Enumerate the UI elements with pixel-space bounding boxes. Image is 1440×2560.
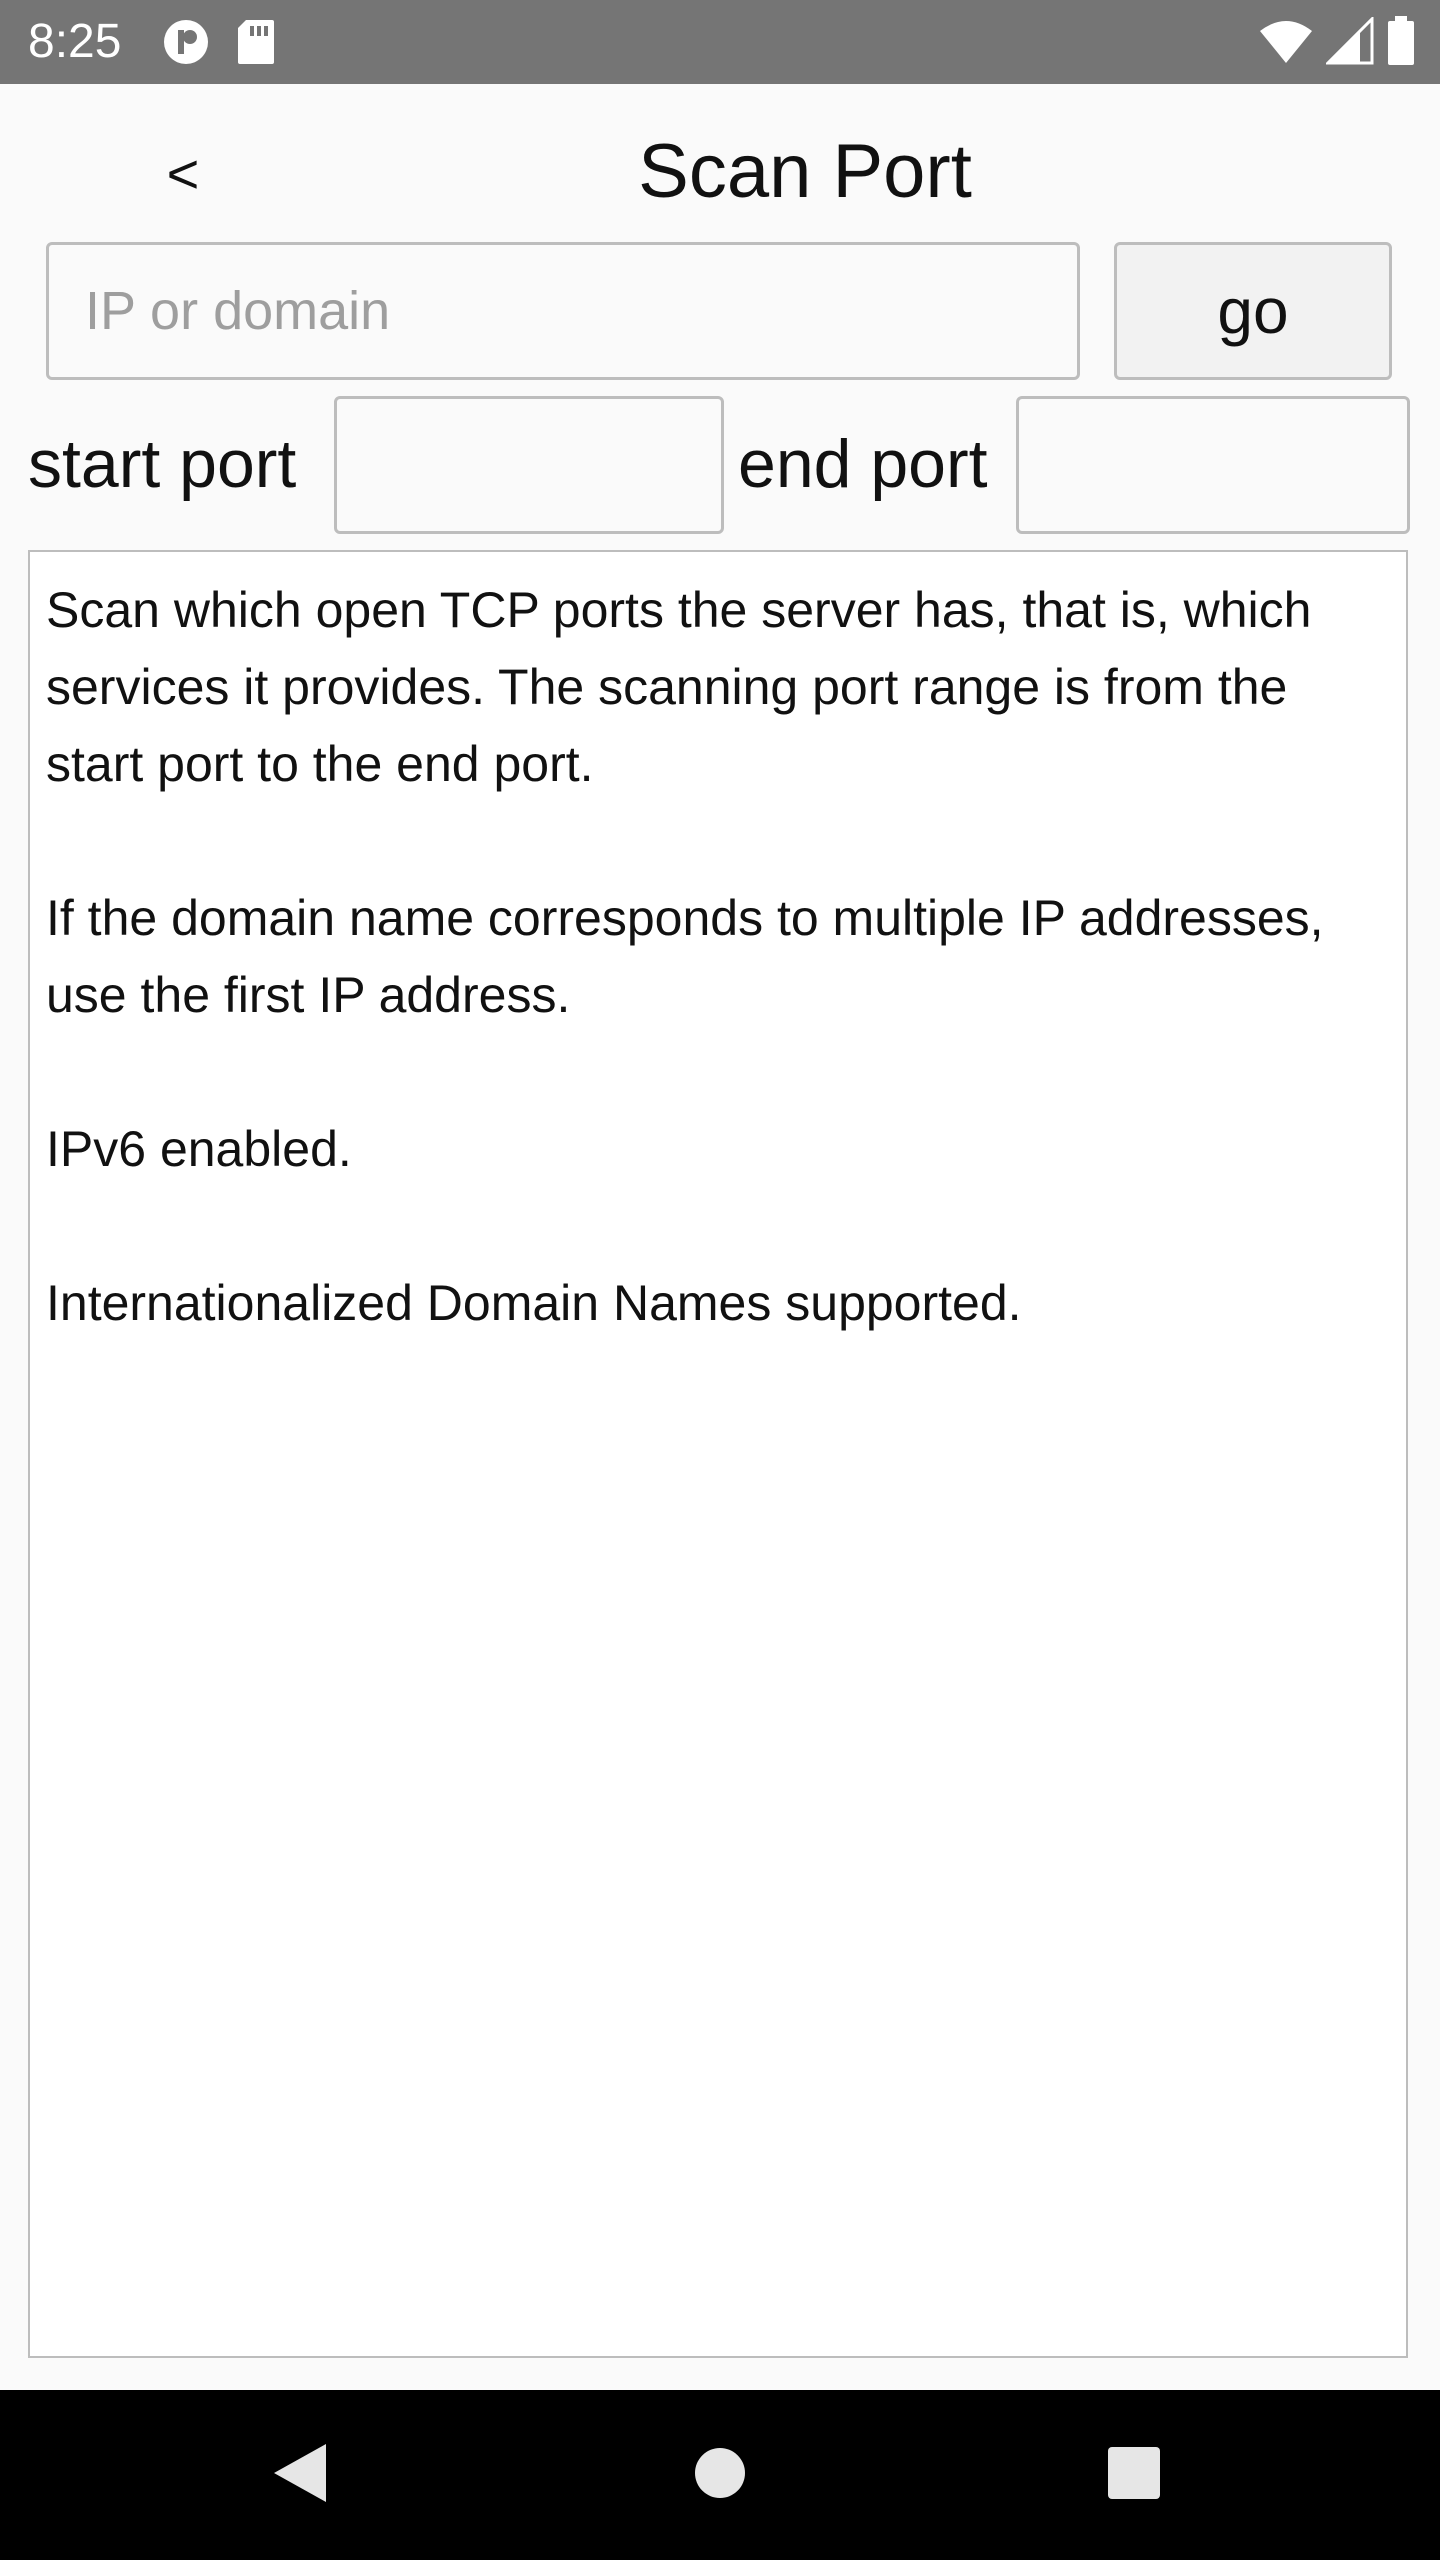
end-port-label: end port [738, 426, 988, 502]
info-paragraph: IPv6 enabled. [46, 1121, 352, 1177]
start-port-input[interactable] [334, 396, 724, 534]
go-button[interactable]: go [1114, 242, 1392, 380]
info-paragraph: Scan which open TCP ports the server has… [46, 582, 1312, 792]
end-port-input[interactable] [1016, 396, 1410, 534]
scan-port-screen: < Scan Port go start port end port Scan … [0, 84, 1440, 2390]
navigation-bar [0, 2390, 1440, 2560]
battery-icon [1386, 16, 1416, 66]
ip-domain-input[interactable] [46, 242, 1080, 380]
result-text-area[interactable]: Scan which open TCP ports the server has… [28, 550, 1408, 2358]
info-paragraph: If the domain name corresponds to multip… [46, 890, 1324, 1023]
cell-signal-icon [1326, 17, 1374, 65]
recents-square-icon [1106, 2445, 1162, 2506]
nav-home-button[interactable] [640, 2390, 800, 2560]
nav-back-button[interactable] [220, 2390, 380, 2560]
start-port-label: start port [28, 426, 297, 502]
page-title: Scan Port [638, 129, 972, 214]
nav-recents-button[interactable] [1054, 2390, 1214, 2560]
status-time: 8:25 [28, 15, 122, 68]
status-bar: 8:25 [0, 0, 1440, 84]
sd-card-icon [236, 18, 276, 66]
wifi-icon [1258, 17, 1314, 65]
info-paragraph: Internationalized Domain Names supported… [46, 1275, 1022, 1331]
app-notification-icon [162, 18, 210, 66]
home-circle-icon [692, 2445, 748, 2506]
back-triangle-icon [270, 2440, 330, 2511]
